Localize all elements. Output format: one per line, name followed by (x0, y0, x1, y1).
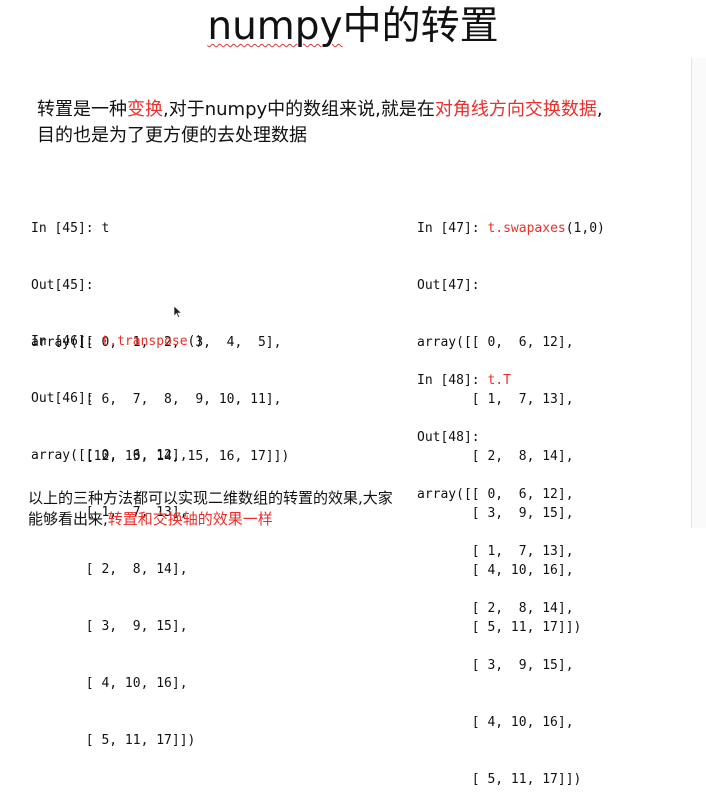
in-prompt: In [45]: (31, 221, 102, 236)
array-row: [ 1, 7, 13], (417, 544, 574, 559)
in-code: t (101, 221, 110, 236)
side-scrollbar[interactable] (691, 58, 706, 528)
out-prompt: Out[46]: (31, 391, 94, 406)
intro-line-1: 转置是一种变换,对于numpy中的数组来说,就是在对角线方向交换数据, (37, 97, 667, 123)
intro-line-2: 目的也是为了更方便的去处理数据 (37, 125, 307, 146)
in-code: t.swapaxes (487, 221, 566, 236)
array-row: [ 3, 9, 15], (31, 619, 188, 634)
intro-l1-c: , (596, 99, 603, 120)
in-prompt: In [48]: (417, 373, 488, 388)
in-code: t.transpose (101, 334, 188, 349)
array-row: [ 3, 9, 15], (417, 658, 574, 673)
in-prompt: In [47]: (417, 221, 488, 236)
out-prompt: Out[45]: (31, 278, 94, 293)
array-row: [ 5, 11, 17]]) (417, 772, 582, 787)
code-cell-48: In [48]: t.T Out[48]: array([[ 0, 6, 12]… (417, 333, 581, 808)
conclusion-line-2: 能够看出来,转置和交换轴的效果一样 (28, 509, 468, 530)
intro-l1-b: ,对于numpy中的数组来说,就是在 (163, 99, 435, 120)
conclusion-l2-a: 能够看出来, (28, 510, 108, 528)
title-rest: 中的转置 (342, 4, 499, 49)
input-line: In [46]: t.transpose() (31, 332, 203, 351)
out-prompt: Out[48]: (417, 430, 480, 445)
intro-l1-a: 转置是一种 (37, 99, 127, 120)
in-suffix: () (187, 334, 204, 349)
array-row: [ 5, 11, 17]]) (31, 733, 196, 748)
array-row: [ 4, 10, 16], (417, 715, 574, 730)
intro-text: 转置是一种变换,对于numpy中的数组来说,就是在对角线方向交换数据, 目的也是… (37, 97, 667, 149)
slide-title: numpy中的转置 (0, 0, 706, 52)
intro-highlight-diagonal: 对角线方向交换数据 (434, 99, 597, 120)
title-numpy: numpy (207, 4, 343, 49)
in-prompt: In [46]: (31, 334, 102, 349)
conclusion-highlight: 转置和交换轴的效果一样 (107, 510, 273, 528)
array-row: [ 2, 8, 14], (417, 601, 574, 616)
in-suffix: (1,0) (565, 221, 605, 236)
code-cell-46: In [46]: t.transpose() Out[46]: array([[… (31, 294, 203, 769)
array-row: [ 2, 8, 14], (31, 562, 188, 577)
conclusion-line-1: 以上的三种方法都可以实现二维数组的转置的效果,大家 (28, 489, 393, 507)
input-line: In [48]: t.T (417, 371, 581, 390)
array-row: [ 4, 10, 16], (31, 676, 188, 691)
out-prompt: Out[47]: (417, 278, 480, 293)
mouse-cursor-icon (174, 306, 182, 318)
intro-highlight-transform: 变换 (127, 99, 163, 120)
input-line: In [47]: t.swapaxes(1,0) (417, 219, 605, 238)
input-line: In [45]: t (31, 219, 289, 238)
array-row: array([[ 0, 6, 12], (31, 448, 188, 463)
conclusion-text: 以上的三种方法都可以实现二维数组的转置的效果,大家 能够看出来,转置和交换轴的效… (28, 488, 468, 530)
in-code: t.T (487, 373, 511, 388)
